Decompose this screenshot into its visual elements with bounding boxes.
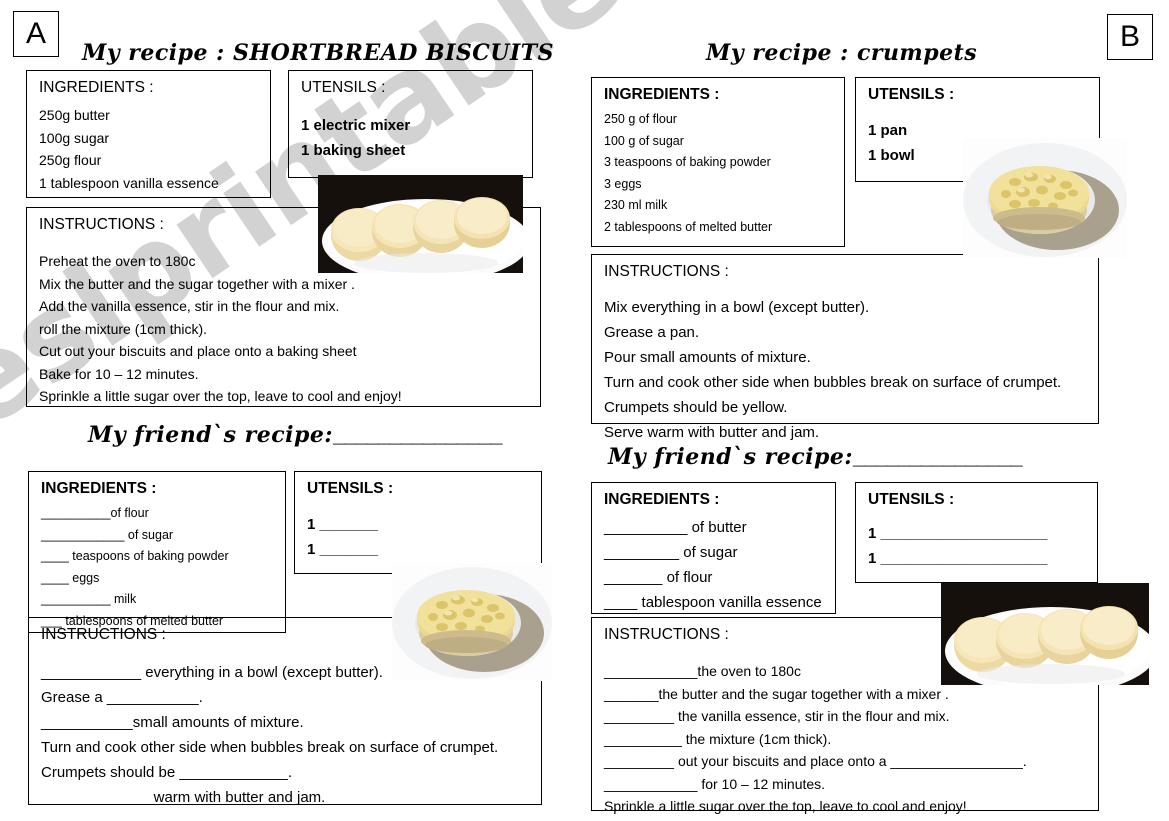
list-item: _______the butter and the sugar together… [604, 685, 949, 702]
panel-a-ingredients-box: INGREDIENTS : 250g butter 100g sugar 250… [26, 70, 271, 198]
list-item: 1 baking sheet [301, 142, 406, 159]
list-item: Crumpets should be yellow. [604, 399, 788, 416]
list-item: 1 electric mixer [301, 117, 411, 134]
list-item: __________of flour [41, 506, 149, 520]
panel-badge-a: A [13, 11, 59, 57]
list-item: _________ of sugar [604, 544, 738, 561]
utensils-label: UTENSILS : [868, 491, 955, 508]
panel-c-utensils-list: 1 _______ 1 _______ [307, 512, 529, 562]
ingredients-label: INGREDIENTS : [604, 491, 720, 508]
panel-a-utensils-list: 1 electric mixer 1 baking sheet [301, 113, 520, 163]
list-item: 1 tablespoon vanilla essence [39, 174, 219, 191]
crumpet-photo [963, 138, 1127, 258]
list-item: 1 ____________________ [868, 550, 1048, 567]
panel-a-utensils-box: UTENSILS : 1 electric mixer 1 baking she… [288, 70, 533, 178]
panel-c-title-blank: _______________ [332, 422, 503, 447]
list-item: __________ of butter [604, 519, 747, 536]
list-item: ___________small amounts of mixture. [41, 714, 304, 731]
list-item: Pour small amounts of mixture. [604, 349, 811, 366]
panel-c-utensils-box: UTENSILS : 1 _______ 1 _______ [294, 471, 542, 574]
list-item: Add the vanilla essence, stir in the flo… [39, 298, 340, 314]
list-item: Cut out your biscuits and place onto a b… [39, 343, 357, 359]
list-item: _________ out your biscuits and place on… [604, 753, 1027, 769]
panel-b-title: My recipe : crumpets [706, 40, 978, 66]
list-item: 100g sugar [39, 129, 110, 146]
list-item: __________ milk [41, 592, 137, 606]
crumpet-photo [392, 563, 552, 681]
panel-b-ingredients-list: 250 g of flour 100 g of sugar 3 teaspoon… [604, 109, 832, 238]
list-item: Grease a pan. [604, 324, 700, 341]
instructions-label: INSTRUCTIONS : [604, 263, 729, 280]
ingredients-label: INGREDIENTS : [39, 79, 154, 96]
list-item: roll the mixture (1cm thick). [39, 320, 208, 337]
list-item: 2 tablespoons of melted butter [604, 219, 773, 234]
list-item: __________ the mixture (1cm thick). [604, 730, 832, 747]
list-item: Sprinkle a little sugar over the top, le… [39, 388, 402, 404]
list-item: ____ tablespoon vanilla essence [604, 594, 822, 611]
utensils-label: UTENSILS : [868, 86, 955, 103]
list-item: ____________ of sugar [41, 527, 174, 542]
list-item: 250 g of flour [604, 112, 677, 126]
list-item: 100 g of sugar [604, 133, 684, 148]
panel-c-ingredients-list: __________of flour ____________ of sugar… [41, 503, 273, 632]
list-item: Mix everything in a bowl (except butter)… [604, 299, 870, 316]
list-item: _______ of flour [604, 569, 713, 586]
list-item: Turn and cook other side when bubbles br… [41, 739, 499, 756]
list-item: 1 _______ [307, 541, 378, 558]
list-item: 3 teaspoons of baking powder [604, 155, 771, 169]
panel-d-utensils-list: 1 ____________________ 1 _______________… [868, 521, 1085, 571]
ingredients-label: INGREDIENTS : [41, 480, 157, 497]
list-item: Turn and cook other side when bubbles br… [604, 374, 1062, 391]
list-item: Sprinkle a little sugar over the top, le… [604, 798, 967, 814]
list-item: _________ the vanilla essence, stir in t… [604, 708, 950, 724]
list-item: 1 ____________________ [868, 525, 1048, 542]
panel-c-title-text: My friend`s recipe: [88, 422, 333, 448]
panel-b-ingredients-box: INGREDIENTS : 250 g of flour 100 g of su… [591, 77, 845, 247]
list-item: Grease a ___________. [41, 689, 203, 706]
panel-c-instructions-list: ____________ everything in a bowl (excep… [41, 660, 529, 810]
panel-b-instructions-list: Mix everything in a bowl (except butter)… [604, 295, 1086, 445]
list-item: 1 _______ [307, 516, 378, 533]
ingredients-label: INGREDIENTS : [604, 86, 720, 103]
panel-badge-b: B [1107, 14, 1153, 60]
list-item: ____ teaspoons of baking powder [41, 549, 229, 563]
panel-d-title-text: My friend`s recipe: [608, 444, 853, 470]
panel-a-title: My recipe : SHORTBREAD BISCUITS [82, 40, 555, 66]
list-item: ____________ for 10 – 12 minutes. [604, 775, 826, 792]
list-item: 250g butter [39, 107, 110, 123]
panel-a-ingredients-list: 250g butter 100g sugar 250g flour 1 tabl… [39, 104, 258, 194]
panel-c-ingredients-box: INGREDIENTS : __________of flour _______… [28, 471, 286, 633]
panel-d-title: My friend`s recipe:_______________ [608, 444, 1022, 470]
list-item: _____________ warm with butter and jam. [41, 789, 326, 806]
panel-c-title: My friend`s recipe:_______________ [88, 422, 502, 448]
panel-b-instructions-box: INSTRUCTIONS : Mix everything in a bowl … [591, 254, 1099, 441]
panel-d-ingredients-list: __________ of butter _________ of sugar … [604, 515, 823, 615]
panel-d-utensils-box: UTENSILS : 1 ____________________ 1 ____… [855, 482, 1098, 583]
panel-a-instructions-list: Preheat the oven to 180c Mix the butter … [39, 250, 528, 408]
list-item: ____ eggs [41, 570, 100, 585]
list-item: Bake for 10 – 12 minutes. [39, 365, 199, 382]
shortbread-biscuits-photo [941, 583, 1149, 685]
list-item: 250g flour [39, 152, 102, 168]
worksheet-page: eslprintables.com A B My recipe : SHORTB… [0, 0, 1169, 821]
utensils-label: UTENSILS : [307, 480, 394, 497]
list-item: 230 ml milk [604, 198, 668, 212]
panel-d-title-blank: _______________ [852, 444, 1023, 469]
utensils-label: UTENSILS : [301, 79, 386, 96]
panel-d-ingredients-box: INGREDIENTS : __________ of butter _____… [591, 482, 836, 614]
shortbread-biscuits-photo [318, 175, 523, 273]
list-item: 3 eggs [604, 176, 642, 191]
list-item: Mix the butter and the sugar together wi… [39, 275, 355, 292]
list-item: Serve warm with butter and jam. [604, 424, 820, 441]
list-item: Crumpets should be _____________. [41, 764, 293, 781]
